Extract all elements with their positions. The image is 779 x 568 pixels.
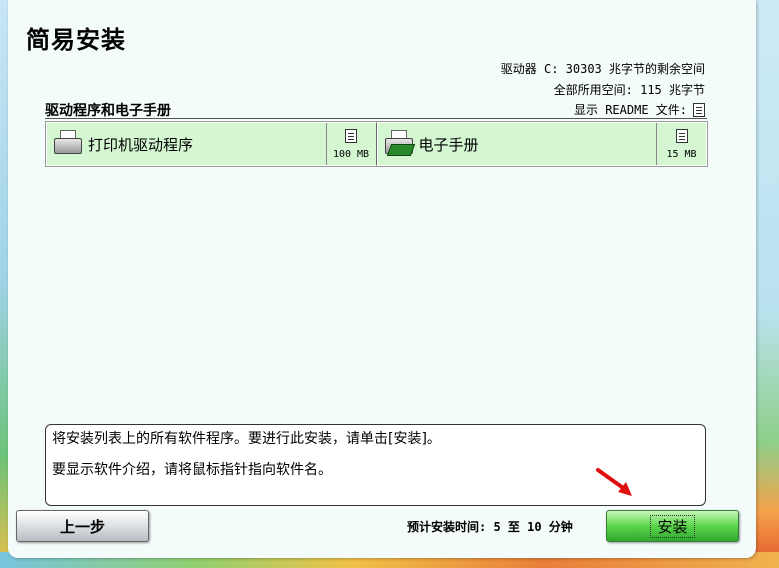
desktop-background-right: [753, 0, 779, 568]
used-space-text: 全部所用空间: 115 兆字节: [553, 83, 705, 97]
item-label: 打印机驱动程序: [88, 135, 194, 154]
estimated-time-text: 预计安装时间: 5 至 10 分钟: [407, 520, 573, 534]
list-item-printer-driver[interactable]: 打印机驱动程序 100 MB: [46, 122, 377, 166]
manual-icon: [383, 128, 417, 160]
item-size: 15 MB: [666, 149, 697, 160]
section-title: 驱动程序和电子手册: [45, 103, 171, 119]
readme-document-icon[interactable]: [693, 102, 705, 117]
page-title: 简易安装: [26, 26, 126, 54]
free-space-text: 驱动器 C: 30303 兆字节的剩余空间: [500, 62, 705, 76]
install-button-label: 安装: [650, 514, 695, 538]
list-item-e-manual[interactable]: 电子手册 15 MB: [376, 122, 707, 166]
readme-document-icon[interactable]: [675, 129, 688, 143]
item-label: 电子手册: [418, 135, 479, 154]
software-list: 打印机驱动程序 100 MB 电子手册 15 MB: [45, 121, 708, 167]
description-line: 将安装列表上的所有软件程序。要进行此安装，请单击[安装]。: [52, 431, 441, 447]
section-divider: [45, 118, 707, 119]
readme-control: 显示 README 文件:: [574, 101, 705, 118]
install-button[interactable]: 安装: [606, 510, 739, 542]
item-size: 100 MB: [332, 149, 370, 160]
readme-label: 显示 README 文件:: [573, 103, 687, 117]
annotation-arrow-icon: [596, 468, 632, 496]
item-size-box: 100 MB: [325, 123, 376, 165]
printer-icon: [52, 128, 86, 160]
back-button[interactable]: 上一步: [16, 510, 149, 542]
item-size-box: 15 MB: [656, 123, 706, 165]
readme-document-icon[interactable]: [345, 129, 357, 143]
